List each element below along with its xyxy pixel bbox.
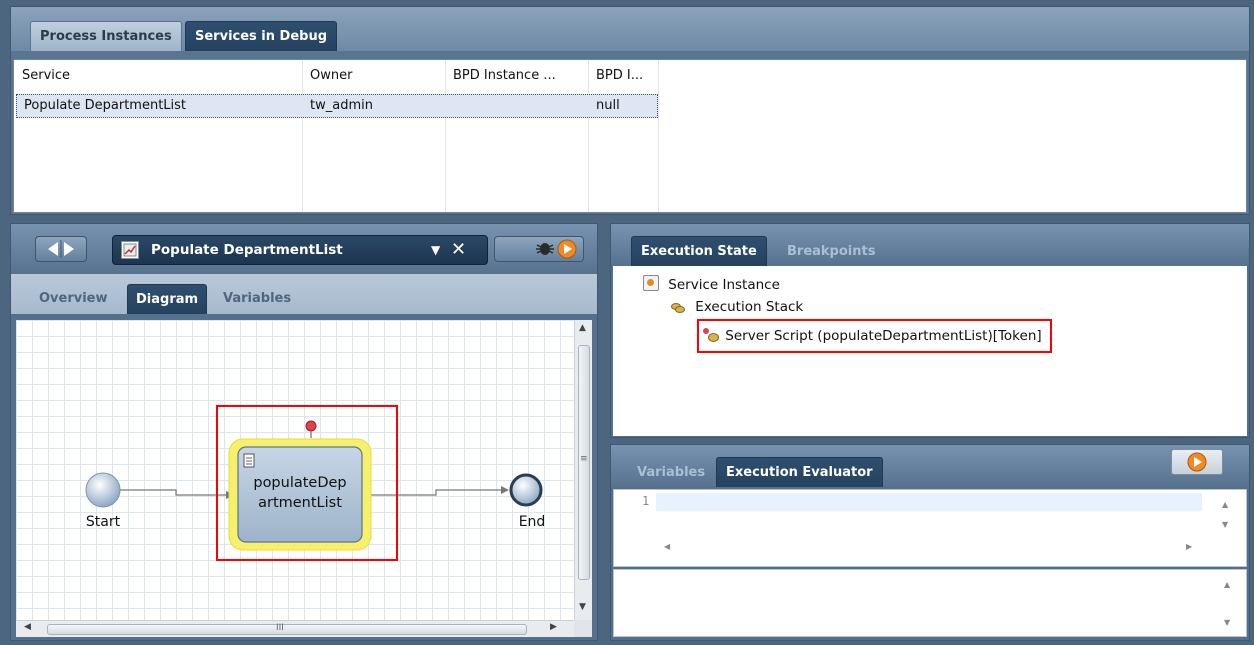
tab-variables[interactable]: Variables [215, 284, 299, 314]
column-header-service[interactable]: Service [14, 60, 302, 92]
start-event[interactable] [85, 472, 121, 508]
tree-label: Server Script (populateDepartmentList)[T… [725, 328, 1042, 344]
scroll-left-icon[interactable]: ◀ [664, 542, 670, 551]
tab-diagram[interactable]: Diagram [127, 284, 208, 314]
evaluator-tab-strip: Variables Execution Evaluator [611, 445, 1249, 487]
breakpoint-icon[interactable] [305, 420, 317, 438]
forward-icon[interactable] [64, 242, 74, 256]
services-in-debug-panel: Process Instances Services in Debug Serv… [10, 6, 1250, 215]
execution-tab-strip: Execution State Breakpoints [611, 224, 1249, 266]
execution-tree: Service Instance Execution Stack Server … [613, 266, 1247, 436]
run-button[interactable] [1171, 449, 1223, 475]
end-event[interactable] [509, 473, 543, 507]
script-icon [703, 328, 719, 342]
diagram-editor-panel: Populate DepartmentList ▼ ✕ Overview Dia… [10, 223, 598, 641]
stack-icon [671, 301, 685, 313]
start-label: Start [85, 514, 121, 530]
diagram-canvas[interactable]: populateDep artmentList Start End [16, 320, 574, 620]
service-instance-icon [643, 275, 659, 291]
column-header-bpd-id[interactable]: BPD I... [588, 60, 658, 92]
tab-breakpoints[interactable]: Breakpoints [777, 236, 885, 266]
close-icon[interactable]: ✕ [451, 236, 466, 264]
scroll-down-icon[interactable]: ▼ [1222, 520, 1228, 529]
end-label: End [518, 514, 546, 530]
grip-icon: ≡ [580, 454, 588, 464]
cell-service: Populate DepartmentList [24, 98, 187, 113]
horizontal-scroll-thumb[interactable]: III [47, 623, 527, 635]
editor-tab[interactable]: Populate DepartmentList ▼ ✕ [112, 235, 488, 265]
column-header-owner[interactable]: Owner [302, 60, 445, 92]
play-icon[interactable] [557, 239, 577, 259]
scroll-up-icon[interactable]: ▲ [579, 323, 586, 333]
scroll-up-icon[interactable]: ▲ [1222, 500, 1228, 509]
tree-item-execution-stack[interactable]: Execution Stack [671, 296, 803, 318]
scroll-down-icon[interactable]: ▼ [579, 602, 586, 612]
execution-evaluator-panel: Variables Execution Evaluator 1 ▲ ▼ ◀ ▶ … [610, 444, 1250, 641]
top-tab-strip: Process Instances Services in Debug [11, 7, 1249, 51]
task-script-icon [243, 453, 255, 468]
tab-services-in-debug[interactable]: Services in Debug [185, 21, 338, 51]
tab-overview[interactable]: Overview [31, 284, 116, 314]
scroll-down-icon[interactable]: ▼ [1224, 618, 1230, 627]
line-number: 1 [642, 494, 650, 508]
column-header-bpd-instance[interactable]: BPD Instance ... [445, 60, 588, 92]
scroll-up-icon[interactable]: ▲ [1224, 580, 1230, 589]
tree-item-server-script[interactable]: Server Script (populateDepartmentList)[T… [697, 319, 1052, 353]
evaluator-output[interactable]: ▲ ▼ [613, 569, 1247, 637]
hscroll-grip: III [276, 623, 284, 633]
dropdown-icon[interactable]: ▼ [431, 236, 440, 264]
tree-label: Service Instance [668, 277, 780, 293]
task-label-line-2: artmentList [258, 495, 342, 511]
editor-toolbar: Populate DepartmentList ▼ ✕ [11, 224, 597, 274]
cell-bpd-instance [445, 94, 588, 118]
canvas-horizontal-scrollbar[interactable]: ◀ III ▶ [16, 620, 574, 637]
services-table: Service Owner BPD Instance ... BPD I... … [13, 59, 1247, 213]
bug-icon[interactable] [536, 243, 554, 255]
diagram-subtabs: Overview Diagram Variables [11, 274, 597, 314]
vertical-scroll-thumb[interactable]: ≡ [578, 345, 590, 580]
play-icon [1187, 452, 1207, 472]
cell-bpd-id: null [596, 98, 620, 113]
task-label-line-1: populateDep [253, 475, 347, 491]
scroll-left-icon[interactable]: ◀ [24, 622, 31, 632]
scroll-right-icon[interactable]: ▶ [1186, 542, 1192, 551]
canvas-vertical-scrollbar[interactable]: ▲ ≡ ▼ [574, 320, 592, 620]
diagram-icon [121, 241, 139, 259]
tab-variables-eval[interactable]: Variables [627, 457, 715, 487]
back-forward-buttons [35, 236, 87, 262]
tab-execution-evaluator[interactable]: Execution Evaluator [716, 457, 883, 487]
tree-label: Execution Stack [695, 299, 804, 315]
back-icon[interactable] [48, 242, 58, 256]
tab-process-instances[interactable]: Process Instances [30, 21, 182, 51]
tree-item-service-instance[interactable]: Service Instance [643, 274, 780, 296]
debug-toolbar [494, 236, 584, 262]
scroll-corner [574, 620, 592, 637]
tab-execution-state[interactable]: Execution State [631, 236, 767, 266]
scroll-right-icon[interactable]: ▶ [550, 622, 557, 632]
current-line-highlight [656, 493, 1202, 511]
cell-owner: tw_admin [310, 98, 373, 113]
editor-tab-title: Populate DepartmentList [151, 242, 343, 258]
script-editor[interactable]: 1 ▲ ▼ ◀ ▶ [613, 489, 1247, 567]
execution-state-panel: Execution State Breakpoints Service Inst… [610, 223, 1250, 438]
